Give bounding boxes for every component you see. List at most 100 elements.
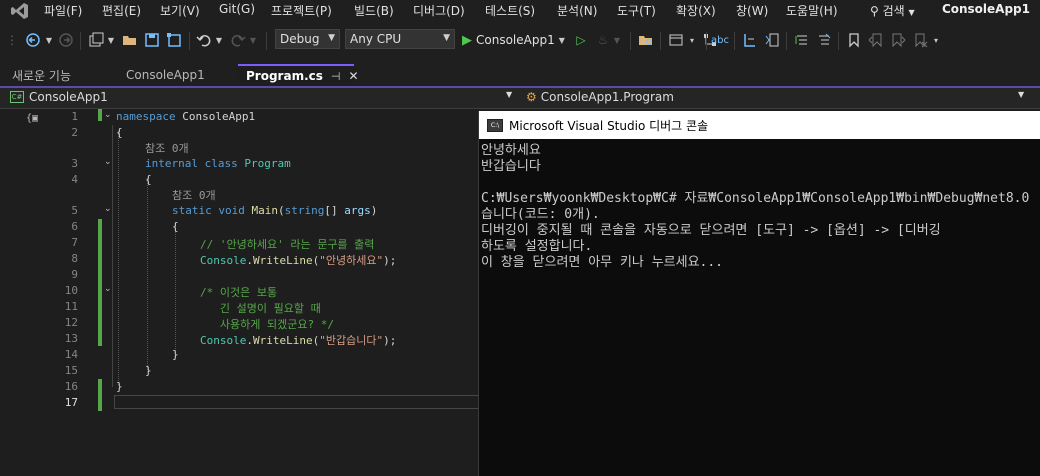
navigate-back-button[interactable] [22, 30, 44, 50]
code-line-8: Console.WriteLine("안녕하세요"); [200, 252, 396, 268]
undo-dropdown-icon[interactable]: ▼ [214, 30, 224, 50]
clear-bookmarks-button[interactable] [910, 30, 930, 50]
redo-button[interactable] [228, 30, 248, 50]
line-number: 4 [71, 173, 78, 186]
hot-reload-button[interactable]: ♨ [594, 30, 612, 50]
spell-check-button[interactable]: abc [710, 30, 730, 50]
console-title: Microsoft Visual Studio 디버그 콘솔 [509, 118, 709, 133]
line-number: 9 [71, 268, 78, 281]
class-view-button[interactable] [762, 30, 782, 50]
collapse-icon[interactable]: ⌄ [104, 284, 112, 294]
menu-tools[interactable]: 도구(T) [617, 2, 656, 19]
chevron-down-icon[interactable]: ▼ [1018, 90, 1024, 99]
method-name: WriteLine [252, 334, 313, 347]
tab-program-cs[interactable]: Program.cs ⊣ ✕ [238, 64, 359, 86]
menu-help[interactable]: 도움말(H) [786, 2, 838, 19]
back-dropdown-icon[interactable]: ▼ [44, 30, 54, 50]
menu-window[interactable]: 창(W) [736, 2, 768, 19]
change-marker [98, 109, 102, 121]
menu-test[interactable]: 테스트(S) [485, 2, 535, 19]
current-line-highlight [114, 395, 478, 409]
menu-debug[interactable]: 디버그(D) [413, 2, 465, 19]
new-project-button[interactable] [86, 30, 106, 50]
open-file-button[interactable] [120, 30, 140, 50]
menu-view[interactable]: 보기(V) [160, 2, 200, 19]
tab-consoleapp1[interactable]: ConsoleApp1 [118, 64, 236, 86]
comment-lines-icon [795, 35, 807, 45]
search-button[interactable]: ⚲ 검색 ▼ [870, 2, 915, 19]
close-icon[interactable]: ✕ [348, 69, 358, 83]
save-icon [145, 33, 159, 47]
tab-label: 새로운 기능 [12, 68, 72, 83]
previous-bookmark-icon [868, 33, 882, 48]
bookmark-button[interactable] [844, 30, 864, 50]
menu-build[interactable]: 빌드(B) [354, 2, 394, 19]
new-dropdown-icon[interactable]: ▼ [106, 30, 116, 50]
browse-button[interactable] [636, 30, 656, 50]
platform-dropdown[interactable]: Any CPU ▼ [345, 29, 455, 49]
menu-edit[interactable]: 편집(E) [102, 2, 141, 19]
codelens-references[interactable]: 참조 0개 [172, 187, 216, 203]
class-dropdown[interactable]: ⚙ ConsoleApp1.Program [526, 90, 1016, 104]
keyword: namespace [116, 110, 176, 123]
string-literal: "반갑습니다" [319, 334, 384, 347]
next-bookmark-button[interactable] [888, 30, 908, 50]
console-title-bar[interactable]: C:\ Microsoft Visual Studio 디버그 콘솔 [479, 111, 1040, 139]
punct: . [246, 334, 253, 347]
code-editor[interactable]: {▣ 1 2 3 4 5 6 7 8 9 10 11 12 13 14 15 1… [0, 109, 478, 476]
toolbar-overflow-icon[interactable]: ▾ [930, 30, 942, 50]
tab-whats-new[interactable]: 새로운 기능 [4, 64, 116, 86]
collapse-icon[interactable]: ⌄ [104, 204, 112, 214]
debug-console-window[interactable]: C:\ Microsoft Visual Studio 디버그 콘솔 안녕하세요… [478, 111, 1040, 476]
method-name: Main [244, 204, 278, 217]
codelens-references[interactable]: 참조 0개 [145, 140, 189, 156]
code-line-12: 사용하게 되겠군요? */ [200, 318, 334, 331]
line-number: 12 [64, 316, 78, 329]
line-number: 11 [64, 300, 78, 313]
menu-project[interactable]: 프로젝트(P) [271, 2, 332, 19]
punct: ); [383, 254, 397, 267]
start-debugging-button[interactable]: ▶ ConsoleApp1 ▼ [462, 30, 574, 50]
quick-actions-icon[interactable]: {▣ [26, 113, 38, 124]
layout-dropdown-icon[interactable]: ▾ [686, 30, 698, 50]
step-into-button[interactable] [740, 30, 760, 50]
line-number: 5 [71, 204, 78, 217]
pin-icon[interactable]: ⊣ [331, 70, 341, 83]
play-icon: ▶ [462, 32, 472, 48]
collapse-icon[interactable]: ⌄ [104, 157, 112, 167]
change-marker [98, 379, 102, 411]
menu-file[interactable]: 파일(F) [44, 2, 82, 19]
project-dropdown[interactable]: C# ConsoleApp1 [10, 90, 510, 104]
chevron-down-icon: ▼ [443, 33, 450, 43]
redo-dropdown-icon[interactable]: ▼ [248, 30, 258, 50]
menu-analyze[interactable]: 분석(N) [557, 2, 597, 19]
punct: ) [370, 204, 378, 217]
code-line-15: } [145, 364, 152, 377]
undo-icon [196, 35, 211, 47]
string-literal: "안녕하세요" [319, 254, 384, 267]
collapse-icon[interactable]: ⌄ [104, 110, 112, 120]
save-button[interactable] [142, 30, 162, 50]
outline-line [112, 125, 113, 387]
line-number: 8 [71, 252, 78, 265]
menu-extensions[interactable]: 확장(X) [676, 2, 716, 19]
uncomment-lines-icon [819, 33, 831, 45]
change-marker [98, 219, 102, 346]
navigate-forward-button[interactable] [56, 30, 76, 50]
chevron-down-icon[interactable]: ▼ [506, 90, 512, 99]
redo-icon [231, 35, 246, 47]
platform-value: Any CPU [350, 32, 402, 46]
comment-button[interactable] [792, 30, 812, 50]
menu-git[interactable]: Git(G) [219, 2, 255, 16]
line-number: 6 [71, 220, 78, 233]
hot-reload-dropdown-icon[interactable]: ▼ [612, 30, 622, 50]
undo-button[interactable] [194, 30, 214, 50]
layout-button[interactable] [666, 30, 686, 50]
start-without-debugging-button[interactable]: ▷ [573, 30, 589, 50]
line-number: 15 [64, 364, 78, 377]
save-all-button[interactable] [164, 30, 184, 50]
uncomment-button[interactable] [814, 30, 834, 50]
line-number: 14 [64, 348, 78, 361]
previous-bookmark-button[interactable] [866, 30, 886, 50]
configuration-dropdown[interactable]: Debug ▼ [275, 29, 340, 49]
